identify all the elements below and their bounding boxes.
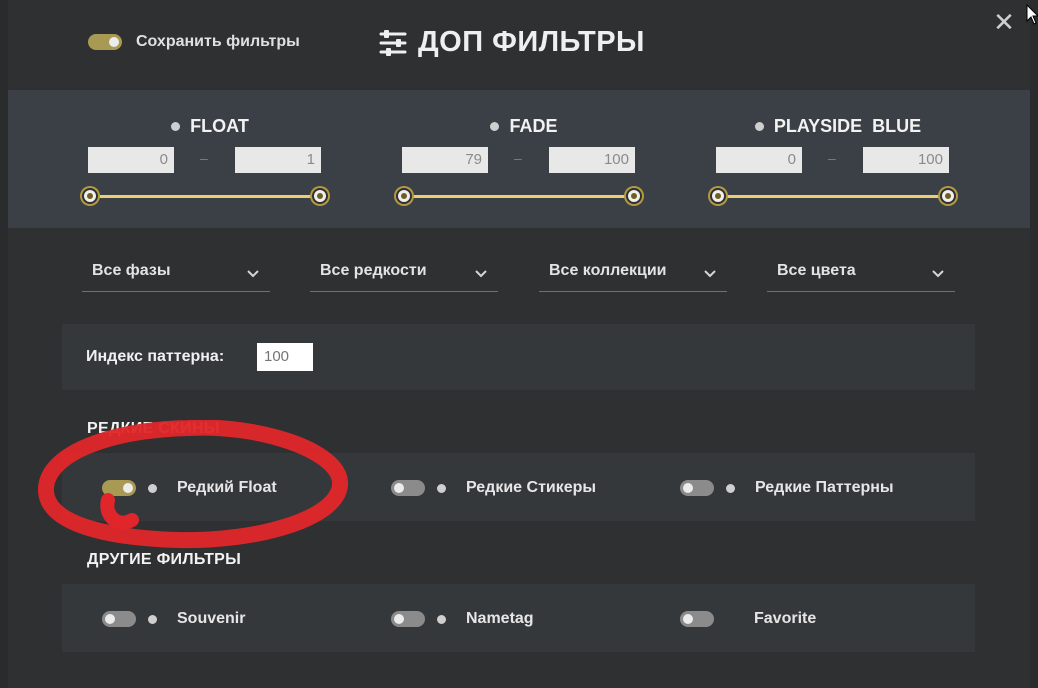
range-playside-label: PLAYSIDE BLUE: [773, 116, 922, 136]
range-playside-title: PLAYSIDE BLUE: [716, 116, 960, 137]
range-dash: –: [828, 150, 836, 166]
rare-stickers-label: Редкие Стикеры: [466, 479, 597, 496]
bullet-dot: [437, 614, 446, 624]
float-slider-max-handle[interactable]: [312, 188, 328, 204]
modal-title: ДОП ФИЛЬТРЫ: [418, 26, 645, 58]
chevron-down-icon: [475, 270, 487, 278]
favorite-label: Favorite: [754, 610, 817, 627]
phases-dropdown[interactable]: Все фазы: [82, 258, 270, 292]
rarities-dropdown[interactable]: Все редкости: [310, 258, 498, 292]
range-filters-band: FLOAT 0 – 1 FADE 79 – 100 PLAYSIDE BLUE …: [8, 90, 1030, 228]
colors-dropdown[interactable]: Все цвета: [767, 258, 955, 292]
range-fade-label: FADE: [509, 116, 558, 136]
bullet-dot: [171, 122, 181, 131]
pattern-index-label: Индекс паттерна:: [86, 348, 225, 365]
other-options-panel: Souvenir Nametag Favorite: [62, 584, 975, 652]
bullet-dot: [754, 122, 764, 131]
fade-max-input[interactable]: 100: [549, 147, 635, 173]
bullet-dot: [148, 483, 157, 493]
rare-section-title: РЕДКИЕ СКИНЫ: [87, 420, 220, 437]
float-slider-min-handle[interactable]: [82, 188, 98, 204]
background-right-edge: [1030, 0, 1038, 688]
chevron-down-icon: [932, 270, 944, 278]
range-dash: –: [200, 150, 208, 166]
playside-slider-max-handle[interactable]: [940, 188, 956, 204]
range-dash: –: [514, 150, 522, 166]
nametag-toggle[interactable]: [391, 611, 425, 627]
playside-max-input[interactable]: 100: [863, 147, 949, 173]
fade-slider-track[interactable]: [402, 195, 632, 198]
nametag-label: Nametag: [466, 610, 534, 627]
favorite-option[interactable]: Favorite: [680, 610, 816, 628]
range-float-title: FLOAT: [88, 116, 332, 137]
background-left-edge: [0, 0, 8, 688]
bullet-dot: [490, 122, 500, 131]
favorite-toggle[interactable]: [680, 611, 714, 627]
rare-float-label: Редкий Float: [177, 479, 277, 496]
bullet-dot: [726, 483, 735, 493]
mouse-cursor-icon: [1026, 4, 1038, 25]
float-min-input[interactable]: 0: [88, 147, 174, 173]
bullet-dot: [148, 614, 157, 624]
range-fade: FADE 79 – 100: [396, 90, 646, 228]
collections-dropdown[interactable]: Все коллекции: [539, 258, 727, 292]
save-filters-label: Сохранить фильтры: [136, 33, 300, 50]
chevron-down-icon: [704, 270, 716, 278]
playside-slider-min-handle[interactable]: [710, 188, 726, 204]
chevron-down-icon: [247, 270, 259, 278]
pattern-index-panel: Индекс паттерна:: [62, 324, 975, 390]
souvenir-label: Souvenir: [177, 610, 246, 627]
rare-float-toggle[interactable]: [102, 480, 136, 496]
rare-patterns-label: Редкие Паттерны: [755, 479, 894, 496]
rare-stickers-option[interactable]: Редкие Стикеры: [391, 479, 596, 497]
pattern-index-input[interactable]: [257, 343, 313, 371]
phases-dropdown-label: Все фазы: [92, 262, 171, 279]
float-max-input[interactable]: 1: [235, 147, 321, 173]
range-float-label: FLOAT: [190, 116, 249, 136]
rarities-dropdown-label: Все редкости: [320, 262, 427, 279]
rare-stickers-toggle[interactable]: [391, 480, 425, 496]
range-float: FLOAT 0 – 1: [82, 90, 332, 228]
range-fade-title: FADE: [402, 116, 646, 137]
rare-float-option[interactable]: Редкий Float: [102, 479, 277, 497]
rare-options-panel: Редкий Float Редкие Стикеры Редкие Патте…: [62, 453, 975, 521]
sliders-icon: [379, 29, 407, 56]
rare-patterns-option[interactable]: Редкие Паттерны: [680, 479, 894, 497]
modal-header: ДОП ФИЛЬТРЫ: [378, 26, 645, 59]
souvenir-toggle[interactable]: [102, 611, 136, 627]
colors-dropdown-label: Все цвета: [777, 262, 856, 279]
playside-slider-track[interactable]: [716, 195, 946, 198]
souvenir-option[interactable]: Souvenir: [102, 610, 245, 628]
other-section-title: ДРУГИЕ ФИЛЬТРЫ: [87, 551, 242, 568]
fade-slider-min-handle[interactable]: [396, 188, 412, 204]
nametag-option[interactable]: Nametag: [391, 610, 534, 628]
save-filters-toggle[interactable]: [88, 34, 122, 50]
fade-slider-max-handle[interactable]: [626, 188, 642, 204]
range-playside-blue: PLAYSIDE BLUE 0 – 100: [710, 90, 960, 228]
save-filters-control[interactable]: Сохранить фильтры: [88, 33, 300, 51]
fade-min-input[interactable]: 79: [402, 147, 488, 173]
close-icon[interactable]: ✕: [990, 8, 1018, 36]
float-slider-track[interactable]: [88, 195, 318, 198]
rare-patterns-toggle[interactable]: [680, 480, 714, 496]
playside-min-input[interactable]: 0: [716, 147, 802, 173]
collections-dropdown-label: Все коллекции: [549, 262, 667, 279]
bullet-dot: [437, 483, 446, 493]
